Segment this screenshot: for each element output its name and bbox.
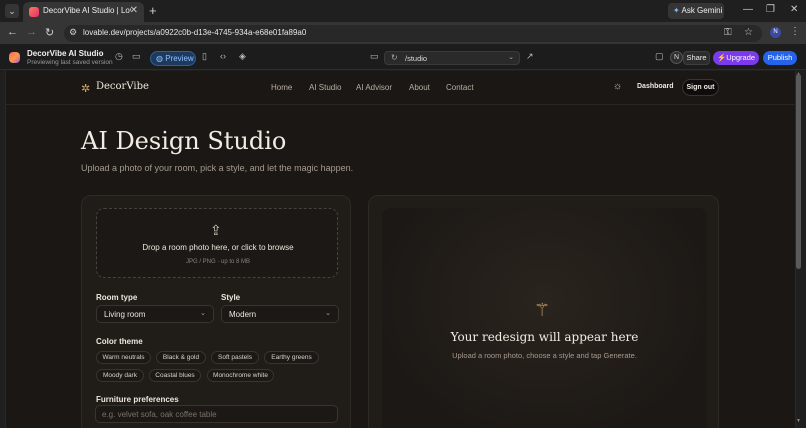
window-close-icon[interactable]: ✕	[790, 4, 798, 15]
minimize-icon[interactable]: —	[743, 4, 753, 15]
design-form-card: ⇪ Drop a room photo here, or click to br…	[81, 195, 351, 428]
lovable-logo-icon[interactable]	[9, 52, 20, 63]
room-type-value: Living room	[104, 310, 146, 319]
bookmark-star-icon[interactable]: ☆	[744, 27, 753, 38]
browser-tab-active[interactable]: DecorVibe AI Studio | Lovable ✕	[23, 2, 144, 22]
page-scrollbar[interactable]	[796, 74, 801, 269]
browser-profile-avatar[interactable]: N	[770, 27, 781, 38]
color-chip-earthy-greens[interactable]: Earthy greens	[264, 351, 319, 364]
address-bar[interactable]: ⚙ lovable.dev/projects/a0922c0b-d13e-474…	[64, 25, 762, 42]
ask-gemini-button[interactable]: ✦ Ask Gemini	[668, 3, 724, 19]
upgrade-label: Upgrade	[726, 53, 756, 62]
route-refresh-icon[interactable]: ↻	[391, 53, 398, 62]
theme-toggle-sun-icon[interactable]: ☼	[613, 81, 622, 92]
route-path: /studio	[405, 54, 428, 63]
color-chip-moody-dark[interactable]: Moody dark	[96, 369, 144, 382]
result-card: ⚚ Your redesign will appear here Upload …	[368, 195, 719, 428]
chevron-down-icon: ⌄	[200, 310, 206, 317]
color-chip-soft-pastels[interactable]: Soft pastels	[211, 351, 259, 364]
brand-name[interactable]: DecorVibe	[96, 81, 149, 92]
app-preview: ✲ DecorVibe Home AI Studio AI Advisor Ab…	[5, 71, 796, 428]
page-subtitle: Upload a photo of your room, pick a styl…	[81, 163, 354, 173]
nav-link-about[interactable]: About	[409, 83, 430, 92]
furniture-input[interactable]	[95, 405, 338, 423]
publish-button[interactable]: Publish	[763, 51, 797, 65]
style-label: Style	[221, 293, 241, 302]
preview-toggle-button[interactable]: ◍ Preview	[150, 51, 196, 66]
project-chevron-down-icon[interactable]: ⌄	[97, 49, 103, 57]
room-type-label: Room type	[96, 293, 138, 302]
back-arrow-icon[interactable]: ←	[7, 26, 18, 38]
tab-close-icon[interactable]: ✕	[130, 5, 138, 16]
upgrade-button[interactable]: ⚡Upgrade	[713, 51, 759, 65]
result-title: Your redesign will appear here	[450, 330, 639, 344]
nav-link-contact[interactable]: Contact	[446, 83, 474, 92]
ask-gemini-label: Ask Gemini	[681, 6, 723, 15]
file-icon[interactable]: ▯	[202, 51, 207, 62]
reload-icon[interactable]: ↻	[45, 26, 54, 39]
sidebar-toggle-icon[interactable]: ▭	[132, 51, 141, 62]
color-chip-monochrome-white[interactable]: Monochrome white	[207, 369, 274, 382]
tab-title: DecorVibe AI Studio | Lovable	[43, 6, 131, 15]
color-chip-coastal-blues[interactable]: Coastal blues	[149, 369, 201, 382]
browser-toolbar: ← → ↻ ⚙ lovable.dev/projects/a0922c0b-d1…	[0, 22, 806, 44]
device-monitor-icon[interactable]: ▭	[370, 51, 379, 62]
color-chip-warm-neutrals[interactable]: Warm neutrals	[96, 351, 151, 364]
style-value: Modern	[229, 310, 257, 319]
style-select[interactable]: Modern ⌄	[221, 305, 339, 323]
history-icon[interactable]: ◷	[115, 51, 123, 62]
preview-status: Previewing last saved version	[27, 59, 113, 66]
forward-arrow-icon[interactable]: →	[26, 26, 37, 38]
tab-search-chevron-icon[interactable]: ⌄	[5, 4, 19, 18]
dropzone-hint: JPG / PNG · up to 8 MB	[185, 259, 251, 265]
user-avatar[interactable]: N	[670, 51, 683, 64]
password-key-icon[interactable]: ⚿	[724, 27, 732, 38]
site-navbar: ✲ DecorVibe Home AI Studio AI Advisor Ab…	[6, 71, 795, 105]
restore-icon[interactable]: ❐	[766, 4, 775, 15]
nav-link-ai-advisor[interactable]: AI Advisor	[356, 83, 392, 92]
color-theme-label: Color theme	[96, 337, 143, 346]
scroll-down-arrow-icon[interactable]: ▼	[796, 418, 801, 424]
room-type-select[interactable]: Living room ⌄	[96, 305, 214, 323]
browser-menu-icon[interactable]: ⋮	[790, 26, 800, 37]
photo-dropzone[interactable]: ⇪ Drop a room photo here, or click to br…	[96, 208, 338, 278]
nav-link-home[interactable]: Home	[271, 83, 292, 92]
gemini-sparkle-icon: ✦	[673, 6, 680, 15]
chevron-down-icon: ⌄	[325, 310, 331, 317]
site-info-icon[interactable]: ⚙	[69, 27, 77, 38]
lovable-favicon-icon	[29, 7, 39, 17]
upload-icon: ⇪	[210, 222, 222, 238]
result-placeholder: ⚚ Your redesign will appear here Upload …	[382, 208, 707, 428]
color-chip-black-gold[interactable]: Black & gold	[156, 351, 206, 364]
preview-label: Preview	[165, 54, 194, 63]
lightning-icon: ⚡	[716, 53, 727, 62]
chat-icon[interactable]: ▢	[655, 51, 664, 62]
page-title: AI Design Studio	[81, 127, 287, 155]
open-external-icon[interactable]: ↗	[526, 51, 534, 62]
magic-wand-icon: ⚚	[534, 300, 551, 320]
browser-tabstrip: ⌄ DecorVibe AI Studio | Lovable ✕ + ✦ As…	[0, 0, 806, 22]
route-selector[interactable]: ↻ /studio ⌄	[384, 51, 520, 65]
furniture-label: Furniture preferences	[96, 395, 179, 404]
result-subtitle: Upload a room photo, choose a style and …	[452, 351, 637, 360]
dashboard-link[interactable]: Dashboard	[637, 83, 674, 90]
project-name[interactable]: DecorVibe AI Studio	[27, 49, 103, 58]
share-button[interactable]: Share	[683, 51, 710, 65]
globe-icon: ◍	[156, 54, 163, 63]
sign-out-button[interactable]: Sign out	[682, 79, 719, 96]
brand-sparkle-icon: ✲	[81, 83, 91, 95]
code-icon[interactable]: ‹›	[220, 51, 226, 61]
new-tab-plus-icon[interactable]: +	[149, 3, 157, 18]
url-text[interactable]: lovable.dev/projects/a0922c0b-d13e-4745-…	[83, 28, 306, 37]
layers-icon[interactable]: ◈	[239, 51, 246, 62]
route-chevron-down-icon: ⌄	[508, 54, 514, 61]
dropzone-label: Drop a room photo here, or click to brow…	[142, 243, 294, 252]
nav-link-ai-studio[interactable]: AI Studio	[309, 83, 341, 92]
